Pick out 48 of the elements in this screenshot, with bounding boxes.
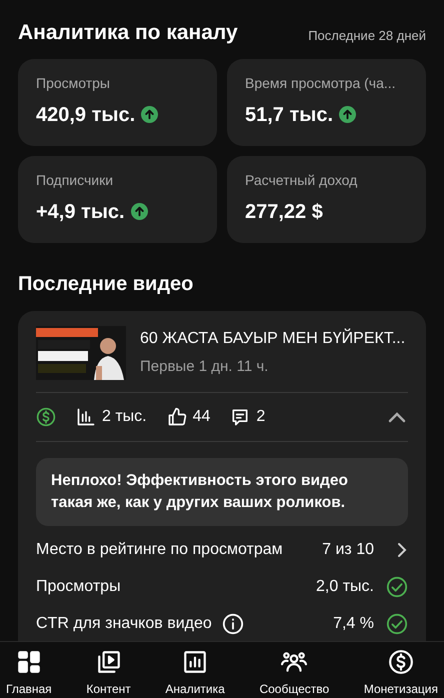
comment-icon (230, 406, 250, 426)
period-label: Последние 28 дней (308, 27, 426, 45)
section-title: Последние видео (18, 272, 194, 296)
stat-label: Просмотры (36, 74, 111, 93)
dashboard-icon (16, 649, 42, 675)
stat-value: 277,22 $ (245, 200, 323, 224)
stat-value: +4,9 тыс. (36, 200, 125, 224)
metric-label: Место в рейтинге по просмотрам (36, 540, 283, 560)
stat-card[interactable]: Просмотры 420,9 тыс. (18, 58, 217, 146)
analytics-icon (182, 649, 208, 675)
metric-value: 2,0 тыс. (316, 577, 374, 597)
stat-card[interactable]: Расчетный доход 277,22 $ (227, 156, 426, 242)
trend-up-icon (141, 106, 158, 123)
metric-label: CTR для значков видео (36, 614, 212, 634)
video-title[interactable]: 60 ЖАСТА БАУЫР МЕН БҮЙРЕКТ... (140, 326, 406, 351)
check-circle-icon (386, 576, 408, 598)
stat-label: Время просмотра (ча... (245, 74, 397, 93)
chevron-up-icon (388, 410, 406, 422)
nav-tab[interactable]: Аналитика (165, 649, 225, 698)
dollar-circle-icon (36, 406, 56, 426)
metric-count: 44 (192, 406, 210, 426)
dollar-circle-icon (388, 649, 414, 675)
check-circle-icon (386, 613, 408, 635)
bar-chart-icon (76, 406, 96, 426)
info-icon (222, 613, 244, 635)
trend-up-icon (130, 203, 148, 220)
stat-card[interactable]: Подписчики +4,9 тыс. (18, 156, 217, 242)
metric-value: 7,4 % (333, 614, 374, 634)
performance-note: Неплохо! Эффективность этого видео такая же, как у других ваших роликов. (36, 458, 408, 526)
metric-value: 7 из 10 (322, 540, 374, 560)
stat-value: 420,9 тыс. (36, 102, 136, 128)
stat-label: Подписчики (36, 170, 114, 190)
metric-count: 2 тыс. (102, 406, 147, 426)
video-library-icon (96, 649, 122, 675)
nav-tab[interactable]: Контент (86, 649, 131, 698)
stat-card[interactable]: Время просмотра (ча... 51,7 тыс. (227, 58, 426, 146)
thumbs-up-icon (166, 406, 187, 426)
trend-up-icon (339, 106, 356, 123)
stat-label: Расчетный доход (245, 170, 358, 190)
chevron-right-icon[interactable] (396, 542, 408, 558)
section-title: Аналитика по каналу (18, 20, 238, 46)
metric-count: 2 (256, 406, 266, 426)
nav-tab[interactable]: Монетизация (364, 649, 438, 698)
video-age: Первые 1 дн. 11 ч. (140, 356, 270, 377)
nav-tab[interactable]: Главная (6, 649, 52, 698)
nav-tab[interactable]: Сообщество (259, 649, 330, 698)
metric-label: Просмотры (36, 577, 121, 597)
stat-value: 51,7 тыс. (245, 102, 334, 128)
